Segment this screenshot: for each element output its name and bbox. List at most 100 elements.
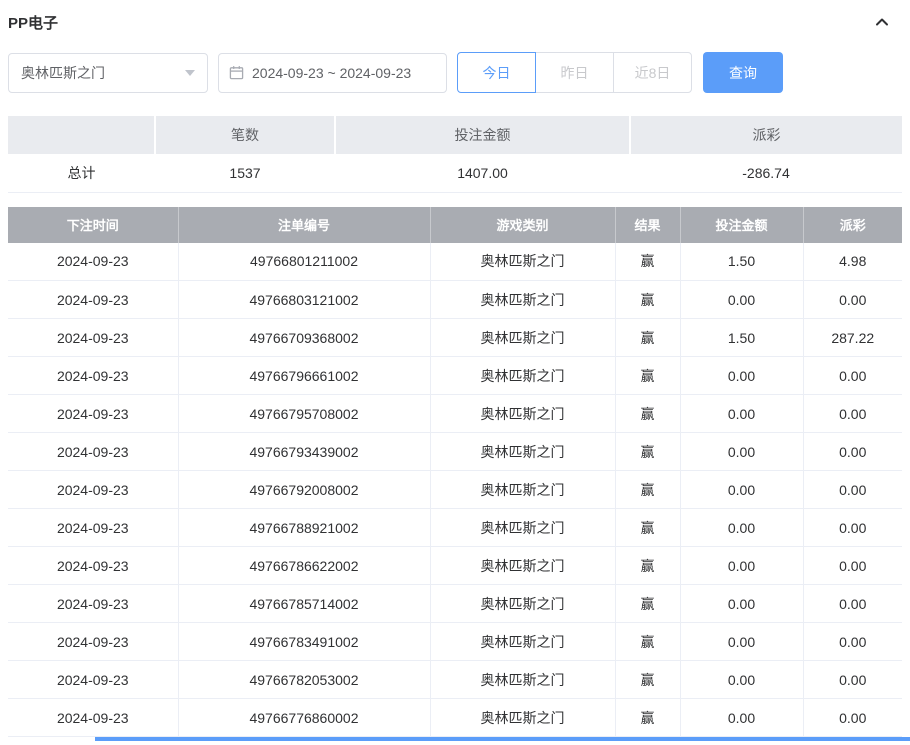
header-order-id: 注单编号 — [178, 207, 430, 243]
table-row: 2024-09-2349766785714002奥林匹斯之门赢0.000.00 — [8, 585, 902, 623]
cell-payout: 0.00 — [803, 661, 902, 699]
calendar-icon — [229, 65, 244, 80]
cell-payout: 0.00 — [803, 433, 902, 471]
table-row: 2024-09-2349766795708002奥林匹斯之门赢0.000.00 — [8, 395, 902, 433]
cell-bet-time: 2024-09-23 — [8, 623, 178, 661]
cell-bet-amount: 1.50 — [680, 243, 803, 281]
cell-payout: 0.00 — [803, 281, 902, 319]
cell-bet-amount: 0.00 — [680, 699, 803, 737]
header-bet-time: 下注时间 — [8, 207, 178, 243]
summary-total-row: 总计 1537 1407.00 -286.74 — [8, 154, 902, 192]
cell-bet-amount: 0.00 — [680, 623, 803, 661]
summary-header-empty — [8, 116, 155, 154]
header-bet-amount: 投注金额 — [680, 207, 803, 243]
cell-order-id: 49766709368002 — [178, 319, 430, 357]
table-row: 2024-09-2349766783491002奥林匹斯之门赢0.000.00 — [8, 623, 902, 661]
cell-bet-time: 2024-09-23 — [8, 357, 178, 395]
yesterday-button[interactable]: 昨日 — [535, 52, 614, 93]
cell-game-type: 奥林匹斯之门 — [430, 471, 615, 509]
cell-result: 赢 — [615, 623, 680, 661]
cell-payout: 0.00 — [803, 547, 902, 585]
table-row: 2024-09-2349766788921002奥林匹斯之门赢0.000.00 — [8, 509, 902, 547]
header-game-type: 游戏类别 — [430, 207, 615, 243]
cell-bet-time: 2024-09-23 — [8, 395, 178, 433]
table-row: 2024-09-2349766792008002奥林匹斯之门赢0.000.00 — [8, 471, 902, 509]
cell-result: 赢 — [615, 395, 680, 433]
cell-result: 赢 — [615, 319, 680, 357]
cell-bet-time: 2024-09-23 — [8, 433, 178, 471]
pp-electronic-panel: PP电子 奥林匹斯之门 2024-09-23 ~ 2024-09-23 今日 昨… — [0, 0, 910, 745]
cell-game-type: 奥林匹斯之门 — [430, 699, 615, 737]
cell-bet-amount: 0.00 — [680, 433, 803, 471]
cell-payout: 4.98 — [803, 243, 902, 281]
cell-game-type: 奥林匹斯之门 — [430, 281, 615, 319]
cell-result: 赢 — [615, 357, 680, 395]
summary-total-bet-amount: 1407.00 — [335, 154, 630, 192]
cell-bet-amount: 0.00 — [680, 357, 803, 395]
cell-order-id: 49766776860002 — [178, 699, 430, 737]
search-button[interactable]: 查询 — [703, 52, 783, 93]
cell-order-id: 49766803121002 — [178, 281, 430, 319]
cell-game-type: 奥林匹斯之门 — [430, 585, 615, 623]
cell-game-type: 奥林匹斯之门 — [430, 357, 615, 395]
game-select-value: 奥林匹斯之门 — [21, 63, 105, 83]
summary-total-payout: -286.74 — [630, 154, 902, 192]
cell-bet-amount: 0.00 — [680, 585, 803, 623]
table-row: 2024-09-2349766786622002奥林匹斯之门赢0.000.00 — [8, 547, 902, 585]
cell-game-type: 奥林匹斯之门 — [430, 395, 615, 433]
cell-bet-time: 2024-09-23 — [8, 281, 178, 319]
cell-result: 赢 — [615, 661, 680, 699]
cell-order-id: 49766793439002 — [178, 433, 430, 471]
cell-game-type: 奥林匹斯之门 — [430, 547, 615, 585]
cell-bet-time: 2024-09-23 — [8, 319, 178, 357]
table-row: 2024-09-2349766709368002奥林匹斯之门赢1.50287.2… — [8, 319, 902, 357]
table-row: 2024-09-2349766801211002奥林匹斯之门赢1.504.98 — [8, 243, 902, 281]
cell-bet-amount: 0.00 — [680, 661, 803, 699]
summary-table: 笔数 投注金额 派彩 总计 1537 1407.00 -286.74 — [8, 116, 902, 193]
cell-result: 赢 — [615, 433, 680, 471]
cell-bet-time: 2024-09-23 — [8, 585, 178, 623]
cell-result: 赢 — [615, 585, 680, 623]
cell-bet-amount: 0.00 — [680, 281, 803, 319]
chevron-up-icon — [874, 14, 890, 30]
cell-order-id: 49766786622002 — [178, 547, 430, 585]
cell-order-id: 49766801211002 — [178, 243, 430, 281]
date-range-input[interactable]: 2024-09-23 ~ 2024-09-23 — [218, 53, 447, 93]
date-range-value: 2024-09-23 ~ 2024-09-23 — [252, 65, 411, 81]
last-8-days-button[interactable]: 近8日 — [613, 52, 692, 93]
cell-result: 赢 — [615, 547, 680, 585]
cell-order-id: 49766796661002 — [178, 357, 430, 395]
cell-bet-amount: 0.00 — [680, 509, 803, 547]
today-button[interactable]: 今日 — [457, 52, 536, 93]
summary-header-count: 笔数 — [155, 116, 335, 154]
table-row: 2024-09-2349766776860002奥林匹斯之门赢0.000.00 — [8, 699, 902, 737]
cell-result: 赢 — [615, 243, 680, 281]
horizontal-scrollbar[interactable] — [95, 737, 910, 741]
table-row: 2024-09-2349766803121002奥林匹斯之门赢0.000.00 — [8, 281, 902, 319]
cell-bet-time: 2024-09-23 — [8, 243, 178, 281]
cell-game-type: 奥林匹斯之门 — [430, 243, 615, 281]
cell-result: 赢 — [615, 699, 680, 737]
table-row: 2024-09-2349766782053002奥林匹斯之门赢0.000.00 — [8, 661, 902, 699]
game-select[interactable]: 奥林匹斯之门 — [8, 53, 208, 93]
cell-payout: 0.00 — [803, 471, 902, 509]
header-result: 结果 — [615, 207, 680, 243]
cell-payout: 0.00 — [803, 699, 902, 737]
cell-result: 赢 — [615, 471, 680, 509]
quick-date-button-group: 今日 昨日 近8日 — [457, 52, 692, 93]
cell-game-type: 奥林匹斯之门 — [430, 433, 615, 471]
summary-header-row: 笔数 投注金额 派彩 — [8, 116, 902, 154]
records-tbody: 2024-09-2349766801211002奥林匹斯之门赢1.504.982… — [8, 243, 902, 737]
summary-total-count: 1537 — [155, 154, 335, 192]
page-title: PP电子 — [8, 12, 58, 33]
cell-bet-time: 2024-09-23 — [8, 471, 178, 509]
collapse-button[interactable] — [874, 14, 890, 30]
filter-bar: 奥林匹斯之门 2024-09-23 ~ 2024-09-23 今日 昨日 近8日… — [8, 52, 902, 93]
summary-header-bet-amount: 投注金额 — [335, 116, 630, 154]
cell-bet-amount: 0.00 — [680, 395, 803, 433]
records-table: 下注时间 注单编号 游戏类别 结果 投注金额 派彩 2024-09-234976… — [8, 207, 902, 738]
cell-game-type: 奥林匹斯之门 — [430, 661, 615, 699]
cell-bet-amount: 0.00 — [680, 547, 803, 585]
header-payout: 派彩 — [803, 207, 902, 243]
cell-order-id: 49766783491002 — [178, 623, 430, 661]
